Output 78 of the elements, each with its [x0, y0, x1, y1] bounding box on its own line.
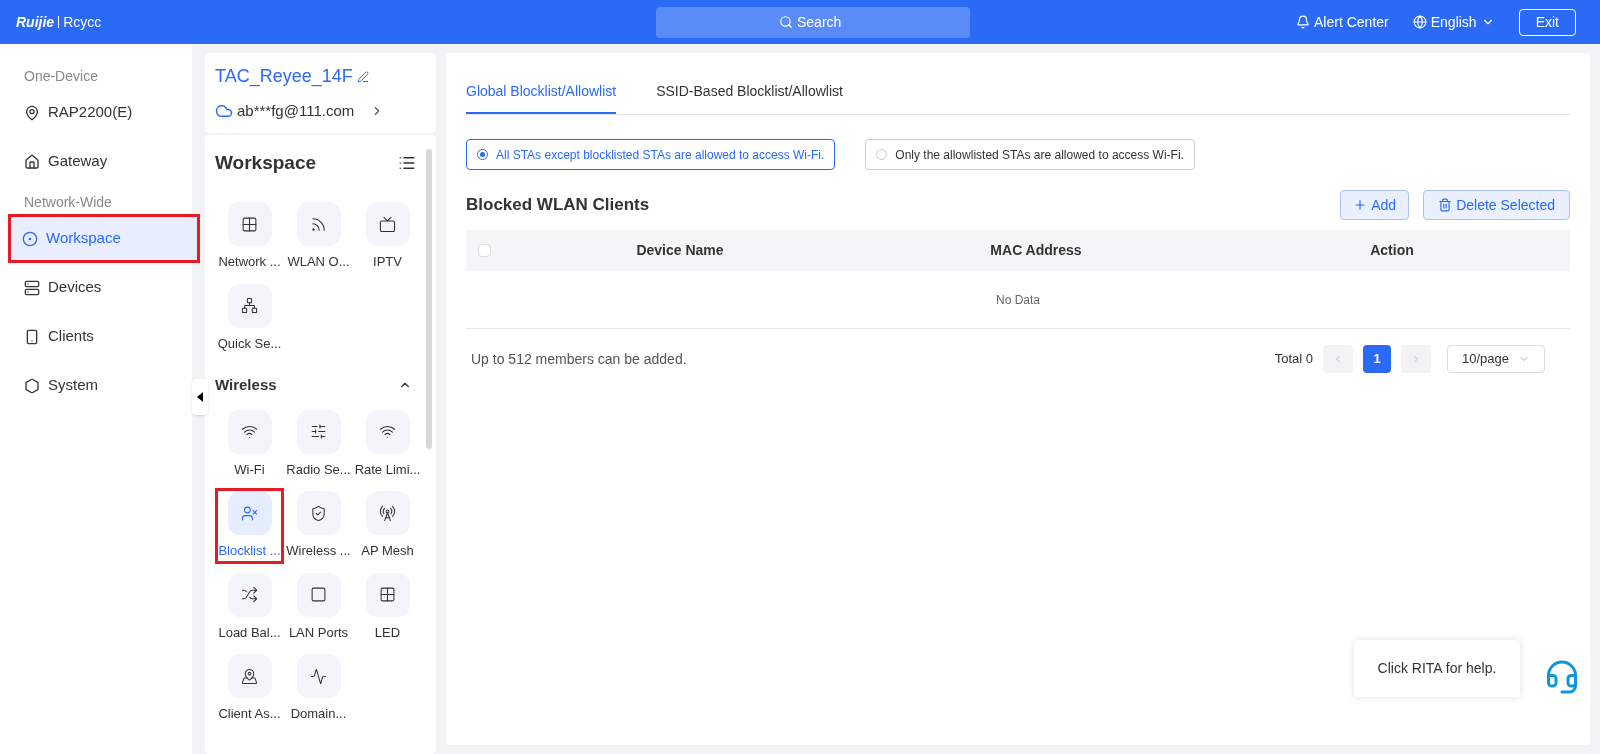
mode-option[interactable]: All STAs except blocklisted STAs are allowed to access Wi-Fi.: [466, 139, 836, 170]
network-icon: [241, 297, 258, 314]
mode-option[interactable]: Only the allowlisted STAs are allowed to access Wi-Fi.: [865, 139, 1195, 170]
workspace-title: Workspace: [215, 150, 317, 175]
globe-icon: [1412, 15, 1427, 29]
tab[interactable]: SSID-Based Blocklist/Allowlist: [656, 81, 843, 114]
wifi-icon: [241, 423, 258, 440]
plus-icon: [1353, 198, 1368, 212]
antenna-icon: [379, 504, 396, 522]
logo: Ruijie: [16, 12, 55, 32]
tab[interactable]: Global Blocklist/Allowlist: [466, 81, 617, 114]
pulse-icon: [310, 667, 327, 685]
nav-item[interactable]: Clients: [0, 312, 192, 361]
delete-selected-button[interactable]: Delete Selected: [1423, 190, 1570, 220]
pin-icon: [24, 104, 40, 121]
edit-icon[interactable]: [356, 70, 369, 83]
section-heading: Blocked WLAN Clients: [466, 194, 650, 217]
collapse-handle[interactable]: [192, 379, 208, 415]
page-button[interactable]: 1: [1363, 345, 1391, 373]
square-icon: [310, 586, 327, 603]
workspace-tile[interactable]: Blocklist ...: [215, 488, 284, 564]
workspace-tile[interactable]: Load Bal...: [215, 569, 284, 645]
nav-item[interactable]: Workspace: [8, 214, 200, 263]
group-title: Wireless: [215, 375, 277, 395]
search-icon: [779, 15, 793, 29]
column-header: Device Name: [635, 241, 725, 260]
alert-center-link[interactable]: Alert Center: [1296, 11, 1389, 33]
language-dropdown[interactable]: English: [1412, 11, 1495, 33]
limit-note: Up to 512 members can be added.: [471, 349, 687, 369]
workspace-tile[interactable]: Domain...: [284, 651, 353, 727]
add-button[interactable]: Add: [1340, 190, 1410, 220]
page-size-dropdown[interactable]: 10/page: [1447, 345, 1545, 373]
grid-icon: [379, 586, 396, 603]
workspace-tile[interactable]: Network ...: [215, 199, 284, 275]
router-icon: [24, 279, 40, 296]
column-header: Action: [1369, 241, 1415, 260]
empty-message: No Data: [996, 291, 1040, 309]
nav-item[interactable]: RAP2200(E): [0, 88, 192, 137]
workspace-tile[interactable]: IPTV: [353, 199, 422, 275]
section-title: Network-Wide: [23, 193, 113, 212]
help-text: Click RITA for help.: [1377, 659, 1497, 678]
bell-icon: [1296, 15, 1311, 29]
circle-icon: [22, 230, 38, 247]
account-email[interactable]: ab***fg@111.com: [237, 100, 355, 123]
project-name[interactable]: TAC_Reyee_14F: [215, 63, 353, 90]
workspace-tile[interactable]: Radio Se...: [284, 406, 353, 482]
workspace-tile[interactable]: AP Mesh: [353, 488, 422, 564]
arrows-icon: [241, 586, 258, 603]
phone-icon: [24, 328, 40, 345]
section-title: One-Device: [23, 67, 99, 86]
total-count: Total 0: [1274, 350, 1313, 369]
hexagon-icon: [24, 377, 40, 394]
workspace-tile[interactable]: WLAN O...: [284, 199, 353, 275]
wifi-icon: [379, 423, 396, 440]
house-icon: [24, 153, 40, 170]
workspace-tile[interactable]: LED: [353, 569, 422, 645]
workspace-tile[interactable]: LAN Ports: [284, 569, 353, 645]
assistant-icon[interactable]: [1544, 659, 1580, 695]
workspace-tile[interactable]: Rate Limi...: [353, 406, 422, 482]
exit-button[interactable]: Exit: [1518, 8, 1576, 36]
workspace-tile[interactable]: Client As...: [215, 651, 284, 727]
workspace-tile[interactable]: Wireless ...: [284, 488, 353, 564]
select-all-checkbox[interactable]: [478, 244, 491, 257]
nav-item[interactable]: System: [0, 361, 192, 410]
column-header: MAC Address: [989, 241, 1083, 260]
shield-icon: [310, 504, 327, 522]
nav-item[interactable]: Devices: [0, 263, 192, 312]
user-block-icon: [241, 504, 258, 522]
search-field[interactable]: Search: [656, 6, 970, 38]
pins-icon: [241, 667, 258, 685]
workspace-tile[interactable]: Quick Se...: [215, 280, 284, 356]
nav-item[interactable]: Gateway: [0, 137, 192, 186]
sliders-icon: [310, 423, 327, 440]
trash-icon: [1438, 198, 1453, 212]
brand-name: Rcycc: [63, 12, 102, 32]
search-input[interactable]: Search: [797, 11, 847, 33]
workspace-tile[interactable]: Wi-Fi: [215, 406, 284, 482]
tv-icon: [379, 215, 396, 233]
